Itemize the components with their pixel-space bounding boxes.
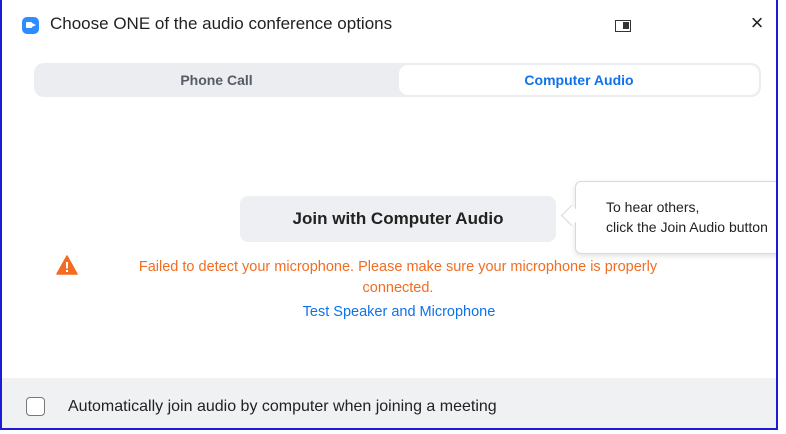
audio-options-dialog: Choose ONE of the audio conference optio… xyxy=(0,0,778,430)
tooltip-line-1: To hear others, xyxy=(606,199,700,215)
auto-join-audio-checkbox[interactable] xyxy=(26,397,45,416)
test-speaker-microphone-link[interactable]: Test Speaker and Microphone xyxy=(282,304,516,320)
title-bar: Choose ONE of the audio conference optio… xyxy=(2,0,776,48)
microphone-warning-message: Failed to detect your microphone. Please… xyxy=(138,259,658,296)
join-computer-audio-button[interactable]: Join with Computer Audio xyxy=(240,196,556,242)
close-icon[interactable]: × xyxy=(745,11,769,35)
picture-in-picture-icon[interactable] xyxy=(615,20,631,32)
window-title: Choose ONE of the audio conference optio… xyxy=(50,14,393,33)
auto-join-audio-label[interactable]: Automatically join audio by computer whe… xyxy=(68,398,497,416)
dialog-footer: Automatically join audio by computer whe… xyxy=(2,378,776,428)
tooltip-line-2: click the Join Audio button xyxy=(606,219,768,235)
tab-phone-call[interactable]: Phone Call xyxy=(34,63,399,97)
tab-computer-audio[interactable]: Computer Audio xyxy=(399,65,759,95)
audio-option-tabs: Phone Call Computer Audio xyxy=(34,63,761,97)
join-audio-tooltip: To hear others, click the Join Audio but… xyxy=(575,181,776,254)
zoom-app-icon xyxy=(22,17,39,34)
warning-triangle-icon xyxy=(56,255,78,275)
